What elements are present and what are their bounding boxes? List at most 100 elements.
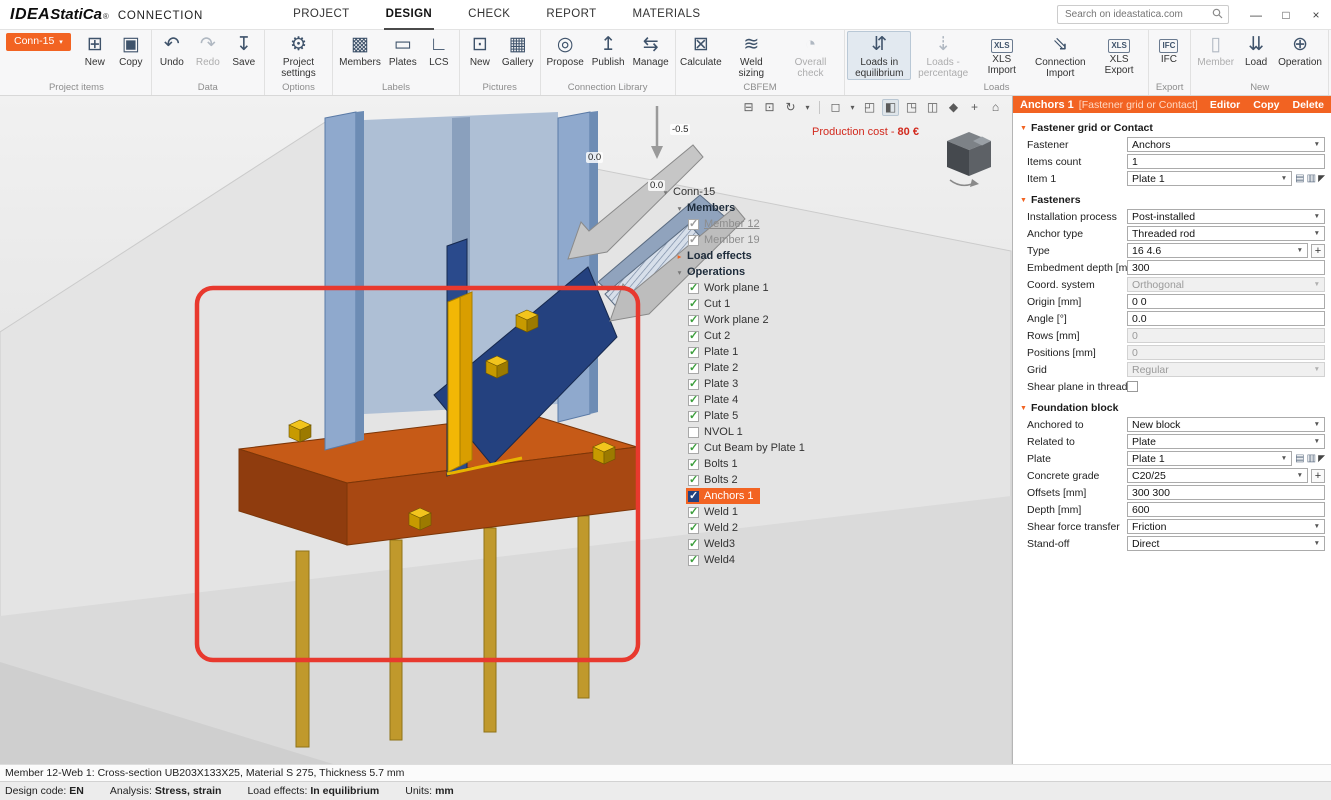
- tree-item-member-19[interactable]: ✓ Member 19: [686, 232, 766, 248]
- menu-tab-materials[interactable]: MATERIALS: [631, 0, 703, 30]
- tree-item-cut-2[interactable]: ✓ Cut 2: [686, 328, 736, 344]
- items-count-input[interactable]: 1: [1127, 154, 1325, 169]
- manage-button[interactable]: ⇆ Manage: [629, 31, 673, 80]
- tree-checkbox[interactable]: ✓: [688, 315, 699, 326]
- tree-item-plate-4[interactable]: ✓ Plate 4: [686, 392, 744, 408]
- labels-lcs-toggle[interactable]: ∟ LCS: [421, 31, 457, 80]
- panel-section-header[interactable]: ▼ Fasteners: [1013, 194, 1331, 206]
- tree-item-anchors-1[interactable]: ✓ Anchors 1: [686, 488, 760, 504]
- tree-item-member-12[interactable]: ✓ Member 12: [686, 216, 766, 232]
- pick-cursor-icon[interactable]: ◤: [1318, 453, 1325, 464]
- item-1-select[interactable]: Plate 1▼: [1127, 171, 1292, 186]
- selection-options-chevron[interactable]: ▾: [848, 99, 857, 116]
- pick-cursor-icon[interactable]: ◤: [1318, 173, 1325, 184]
- tree-checkbox[interactable]: ✓: [688, 475, 699, 486]
- plate-solid-icon[interactable]: ▥: [1307, 453, 1316, 464]
- menu-tab-design[interactable]: DESIGN: [384, 0, 435, 30]
- measure-icon[interactable]: ⊟: [740, 99, 757, 116]
- calculate-button[interactable]: ⊠ Calculate: [678, 31, 724, 80]
- tree-checkbox[interactable]: ✓: [688, 555, 699, 566]
- new-load-button[interactable]: ⇊ Load: [1238, 31, 1274, 80]
- offsets-input[interactable]: 300 300: [1127, 485, 1325, 500]
- search-input[interactable]: [1063, 8, 1212, 21]
- xls-import-button[interactable]: XLS XLS Import: [975, 31, 1028, 80]
- tree-group-load-effects[interactable]: ▸ Load effects: [672, 248, 758, 264]
- depth-input[interactable]: 600: [1127, 502, 1325, 517]
- anchored-to-select[interactable]: New block▼: [1127, 417, 1325, 432]
- tree-checkbox[interactable]: ✓: [688, 299, 699, 310]
- loads-percentage-toggle[interactable]: ⇣ Loads - percentage: [911, 31, 975, 80]
- tree-checkbox[interactable]: ✓: [688, 443, 699, 454]
- view-front-icon[interactable]: ◰: [861, 99, 878, 116]
- fit-view-icon[interactable]: ⊡: [761, 99, 778, 116]
- tree-item-plate-2[interactable]: ✓ Plate 2: [686, 360, 744, 376]
- concrete-grade-select[interactable]: C20/25▼: [1127, 468, 1308, 483]
- pan-icon[interactable]: +: [966, 99, 983, 116]
- copy-project-item-button[interactable]: ▣ Copy: [113, 31, 149, 80]
- panel-section-header[interactable]: ▼ Fastener grid or Contact: [1013, 122, 1331, 134]
- tree-item-bolts-1[interactable]: ✓ Bolts 1: [686, 456, 744, 472]
- minimize-button[interactable]: —: [1241, 0, 1271, 29]
- view-wireframe-icon[interactable]: ◳: [903, 99, 920, 116]
- tree-checkbox[interactable]: ✓: [688, 379, 699, 390]
- connection-selector[interactable]: Conn-15 ▾: [6, 33, 71, 51]
- tree-checkbox[interactable]: ✓: [688, 523, 699, 534]
- tree-item-conn-15[interactable]: ▾ Conn-15: [658, 184, 721, 200]
- view-transparent-icon[interactable]: ◫: [924, 99, 941, 116]
- orbit-options-chevron[interactable]: ▾: [803, 99, 812, 116]
- menu-tab-report[interactable]: REPORT: [544, 0, 598, 30]
- tree-checkbox[interactable]: ✓: [688, 235, 699, 246]
- view-cube[interactable]: [942, 128, 996, 188]
- tree-checkbox[interactable]: [688, 427, 699, 438]
- gallery-button[interactable]: ▦ Gallery: [498, 31, 538, 80]
- xls-export-button[interactable]: XLS XLS Export: [1092, 31, 1146, 80]
- tree-item-cut-beam-by-plate-1[interactable]: ✓ Cut Beam by Plate 1: [686, 440, 811, 456]
- tree-chevron-icon[interactable]: ▾: [674, 268, 685, 277]
- tree-item-plate-1[interactable]: ✓ Plate 1: [686, 344, 744, 360]
- positions-input[interactable]: 0: [1127, 345, 1325, 360]
- ifc-export-button[interactable]: IFC IFC: [1151, 31, 1187, 80]
- undo-button[interactable]: ↶ Undo: [154, 31, 190, 80]
- new-picture-button[interactable]: ⊡ New: [462, 31, 498, 80]
- redo-button[interactable]: ↷ Redo: [190, 31, 226, 80]
- home-view-icon[interactable]: ⌂: [987, 99, 1004, 116]
- stand-off-select[interactable]: Direct▼: [1127, 536, 1325, 551]
- tree-checkbox[interactable]: ✓: [688, 507, 699, 518]
- panel-section-header[interactable]: ▼ Foundation block: [1013, 402, 1331, 414]
- labels-members-toggle[interactable]: ▩ Members: [335, 31, 385, 80]
- menu-tab-check[interactable]: CHECK: [466, 0, 512, 30]
- editor-button[interactable]: Editor: [1210, 99, 1240, 111]
- plate-select[interactable]: Plate 1▼: [1127, 451, 1292, 466]
- plate-list-icon[interactable]: ▤: [1295, 453, 1304, 464]
- tree-checkbox[interactable]: ✓: [688, 363, 699, 374]
- embedment-depth-input[interactable]: 300: [1127, 260, 1325, 275]
- tree-checkbox[interactable]: ✓: [688, 331, 699, 342]
- grid-select[interactable]: Regular▼: [1127, 362, 1325, 377]
- new-project-item-button[interactable]: ⊞ New: [77, 31, 113, 80]
- tree-item-bolts-2[interactable]: ✓ Bolts 2: [686, 472, 744, 488]
- propose-button[interactable]: ◎ Propose: [543, 31, 588, 80]
- anchor-size-select[interactable]: 16 4.6▼: [1127, 243, 1308, 258]
- origin-input[interactable]: 0 0: [1127, 294, 1325, 309]
- new-member-button[interactable]: ▯ Member: [1193, 31, 1238, 80]
- tree-item-work-plane-1[interactable]: ✓ Work plane 1: [686, 280, 775, 296]
- tree-item-nvol-1[interactable]: NVOL 1: [686, 424, 749, 440]
- tree-checkbox[interactable]: ✓: [688, 459, 699, 470]
- view-shaded-icon[interactable]: ◧: [882, 99, 899, 116]
- tree-item-plate-5[interactable]: ✓ Plate 5: [686, 408, 744, 424]
- plate-list-icon[interactable]: ▤: [1295, 173, 1304, 184]
- 3d-viewport[interactable]: ⊟ ⊡ ↻ ▾ ◻ ▾ ◰: [0, 96, 1012, 764]
- delete-operation-button[interactable]: Delete: [1292, 99, 1324, 111]
- tree-checkbox[interactable]: ✓: [688, 411, 699, 422]
- overall-check-button[interactable]: ◔ Overall check: [779, 31, 843, 80]
- related-to-select[interactable]: Plate▼: [1127, 434, 1325, 449]
- tree-chevron-icon[interactable]: ▸: [674, 252, 685, 261]
- tree-checkbox[interactable]: ✓: [688, 395, 699, 406]
- tree-group-members[interactable]: ▾ Members: [672, 200, 741, 216]
- add-button[interactable]: +: [1311, 469, 1325, 483]
- connection-import-button[interactable]: ⇘ Connection Import: [1028, 31, 1092, 80]
- loads-in-equilibrium-toggle[interactable]: ⇵ Loads in equilibrium: [847, 31, 911, 80]
- tree-checkbox[interactable]: ✓: [688, 283, 699, 294]
- add-button[interactable]: +: [1311, 244, 1325, 258]
- project-settings-button[interactable]: ⚙ Project settings: [267, 31, 330, 80]
